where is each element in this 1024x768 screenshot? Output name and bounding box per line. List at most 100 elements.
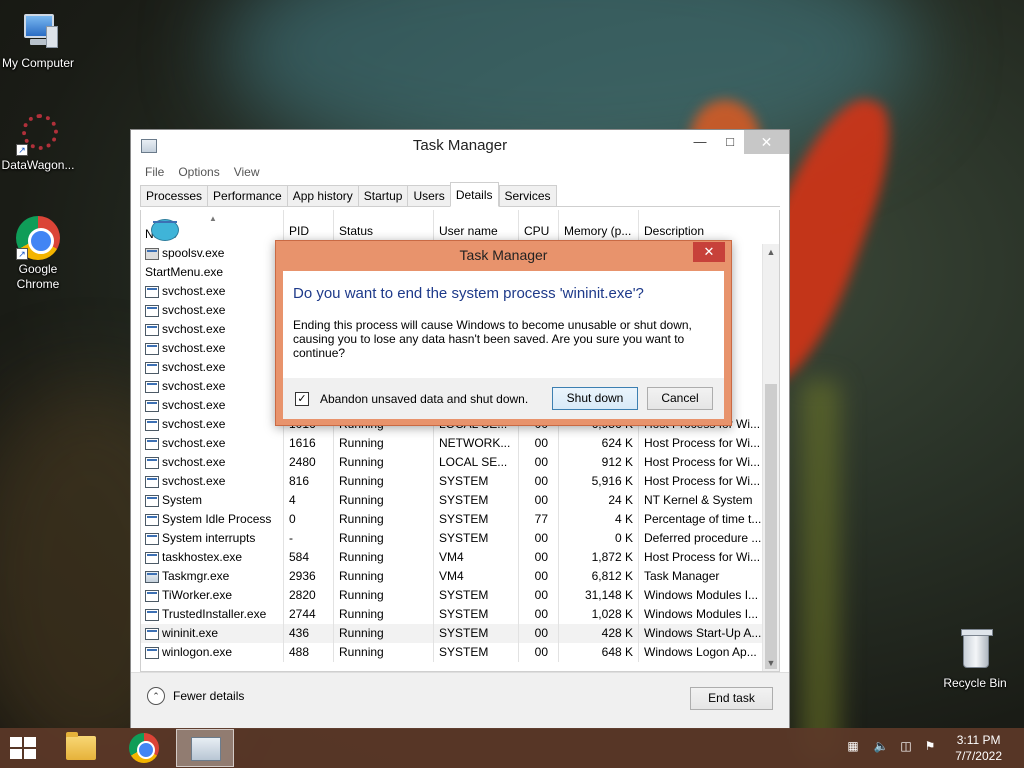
cell-pid: 488: [284, 643, 334, 662]
minimize-button[interactable]: —: [685, 130, 715, 154]
cell-pid: 2820: [284, 586, 334, 605]
process-icon: [145, 304, 159, 317]
process-name: svchost.exe: [162, 474, 226, 488]
cell-name: svchost.exe: [141, 453, 284, 472]
process-name: TiWorker.exe: [162, 588, 233, 602]
cancel-button[interactable]: Cancel: [647, 387, 713, 410]
table-row[interactable]: TrustedInstaller.exe 2744 Running SYSTEM 00 1…: [141, 605, 779, 624]
maximize-button[interactable]: □: [715, 130, 745, 154]
process-icon: [145, 323, 159, 336]
table-row[interactable]: System interrupts - Running SYSTEM 00 0 K Defe…: [141, 529, 779, 548]
table-row[interactable]: winlogon.exe 488 Running SYSTEM 00 648 K Windo…: [141, 643, 779, 662]
cell-desc: Windows Modules I...: [644, 588, 759, 602]
start-button[interactable]: [10, 737, 38, 759]
process-icon: [145, 456, 159, 469]
clock[interactable]: 3:11 PM 7/7/2022: [955, 732, 1002, 764]
cell-mem: 912 K: [559, 453, 639, 472]
desktop-icon-recycle-bin[interactable]: Recycle Bin: [935, 629, 1015, 691]
tab-performance[interactable]: Performance: [207, 185, 287, 207]
taskbar-chrome[interactable]: [115, 729, 173, 767]
scrollbar-thumb[interactable]: [765, 384, 777, 669]
desktop-icon-label: Recycle Bin: [943, 676, 1007, 690]
process-icon: [145, 646, 159, 659]
menu-view[interactable]: View: [234, 162, 260, 182]
column-header-status[interactable]: Status: [334, 210, 434, 244]
desktop-icon-label: DataWagon...: [1, 158, 75, 172]
vertical-scrollbar[interactable]: ▲ ▼: [762, 244, 779, 671]
menu-file[interactable]: File: [145, 162, 164, 182]
process-name: winlogon.exe: [162, 645, 233, 659]
cell-status: Running: [334, 491, 434, 510]
cell-pid: 2936: [284, 567, 334, 586]
window-titlebar[interactable]: Task Manager — □ ✕: [131, 130, 789, 162]
cell-status: Running: [334, 605, 434, 624]
abandon-data-label[interactable]: Abandon unsaved data and shut down.: [320, 392, 528, 406]
desktop-icon-label: My Computer: [1, 56, 75, 70]
scroll-down-icon[interactable]: ▼: [763, 655, 779, 671]
action-center-icon[interactable]: ▦: [845, 738, 861, 754]
desktop-icon-my-computer[interactable]: My Computer: [0, 10, 78, 71]
column-header-pid[interactable]: PID: [284, 210, 334, 244]
process-icon: [145, 437, 159, 450]
process-icon: [145, 418, 159, 431]
network-icon[interactable]: ◫: [898, 738, 914, 754]
tab-details[interactable]: Details: [449, 182, 499, 207]
table-header: ▲ Name PID Status User name CPU Memory (…: [141, 210, 779, 244]
shut-down-button[interactable]: Shut down: [552, 387, 638, 410]
end-process-dialog: Task Manager ✕ Do you want to end the sy…: [275, 240, 732, 426]
end-task-button[interactable]: End task: [690, 687, 773, 710]
column-header-cpu[interactable]: CPU: [519, 210, 559, 244]
cell-desc: Host Process for Wi...: [644, 436, 761, 450]
abandon-data-checkbox[interactable]: ✓: [295, 392, 309, 406]
close-button[interactable]: ✕: [744, 130, 789, 154]
table-row[interactable]: svchost.exe 2480 Running LOCAL SE... 00 912 K…: [141, 453, 779, 472]
scroll-up-icon[interactable]: ▲: [763, 244, 779, 260]
chrome-icon: [129, 733, 159, 763]
process-name: wininit.exe: [162, 626, 219, 640]
table-row[interactable]: wininit.exe 436 Running SYSTEM 00 428 K Window…: [141, 624, 779, 643]
tab-users[interactable]: Users: [407, 185, 450, 207]
cell-name: winlogon.exe: [141, 643, 284, 662]
cell-cpu: 00: [519, 605, 559, 624]
tab-services[interactable]: Services: [498, 185, 557, 207]
dialog-titlebar[interactable]: Task Manager ✕: [276, 241, 731, 271]
cell-desc: NT Kernel & System: [644, 493, 753, 507]
volume-muted-icon[interactable]: 🔈: [873, 738, 889, 754]
process-name: svchost.exe: [162, 379, 226, 393]
taskbar-task-manager[interactable]: [176, 729, 234, 767]
taskbar-file-explorer[interactable]: [52, 729, 110, 767]
cell-desc: Host Process for Wi...: [644, 474, 761, 488]
cell-desc: Windows Start-Up A...: [644, 626, 762, 640]
column-header-user-name[interactable]: User name: [434, 210, 519, 244]
column-header-memory[interactable]: Memory (p...: [559, 210, 639, 244]
table-row[interactable]: System 4 Running SYSTEM 00 24 K NT Kernel & Sy…: [141, 491, 779, 510]
table-row[interactable]: TiWorker.exe 2820 Running SYSTEM 00 31,148 K W…: [141, 586, 779, 605]
cell-name: System Idle Process: [141, 510, 284, 529]
desktop-icon-google-chrome[interactable]: ↗ Google Chrome: [0, 216, 78, 292]
cell-name: spoolsv.exe: [141, 244, 284, 263]
table-row[interactable]: Taskmgr.exe 2936 Running VM4 00 6,812 K Task M…: [141, 567, 779, 586]
table-row[interactable]: System Idle Process 0 Running SYSTEM 77 4 K Pe…: [141, 510, 779, 529]
table-row[interactable]: svchost.exe 1616 Running NETWORK... 00 624 K H…: [141, 434, 779, 453]
cell-name: svchost.exe: [141, 415, 284, 434]
cell-desc: Percentage of time t...: [644, 512, 762, 526]
tab-processes[interactable]: Processes: [140, 185, 208, 207]
table-row[interactable]: svchost.exe 816 Running SYSTEM 00 5,916 K Host…: [141, 472, 779, 491]
desktop-icon-datawagon[interactable]: ↗ DataWagon...: [0, 112, 78, 173]
process-icon: [145, 342, 159, 355]
tab-startup[interactable]: Startup: [357, 185, 408, 207]
cell-desc: Windows Modules I...: [644, 607, 759, 621]
cell-status: Running: [334, 586, 434, 605]
column-header-description[interactable]: Description: [639, 210, 768, 244]
process-icon: [145, 475, 159, 488]
cell-name: System interrupts: [141, 529, 284, 548]
process-icon: [145, 589, 159, 602]
menu-options[interactable]: Options: [178, 162, 219, 182]
tab-app-history[interactable]: App history: [286, 185, 358, 207]
cell-desc: Host Process for Wi...: [644, 455, 761, 469]
dialog-close-button[interactable]: ✕: [693, 242, 725, 262]
dialog-footer: ✓ Abandon unsaved data and shut down. Sh…: [283, 378, 724, 419]
table-row[interactable]: taskhostex.exe 584 Running VM4 00 1,872 K Host…: [141, 548, 779, 567]
fewer-details-link[interactable]: ⌃ Fewer details: [147, 687, 244, 705]
notification-flag-icon[interactable]: ⚑: [922, 738, 938, 754]
